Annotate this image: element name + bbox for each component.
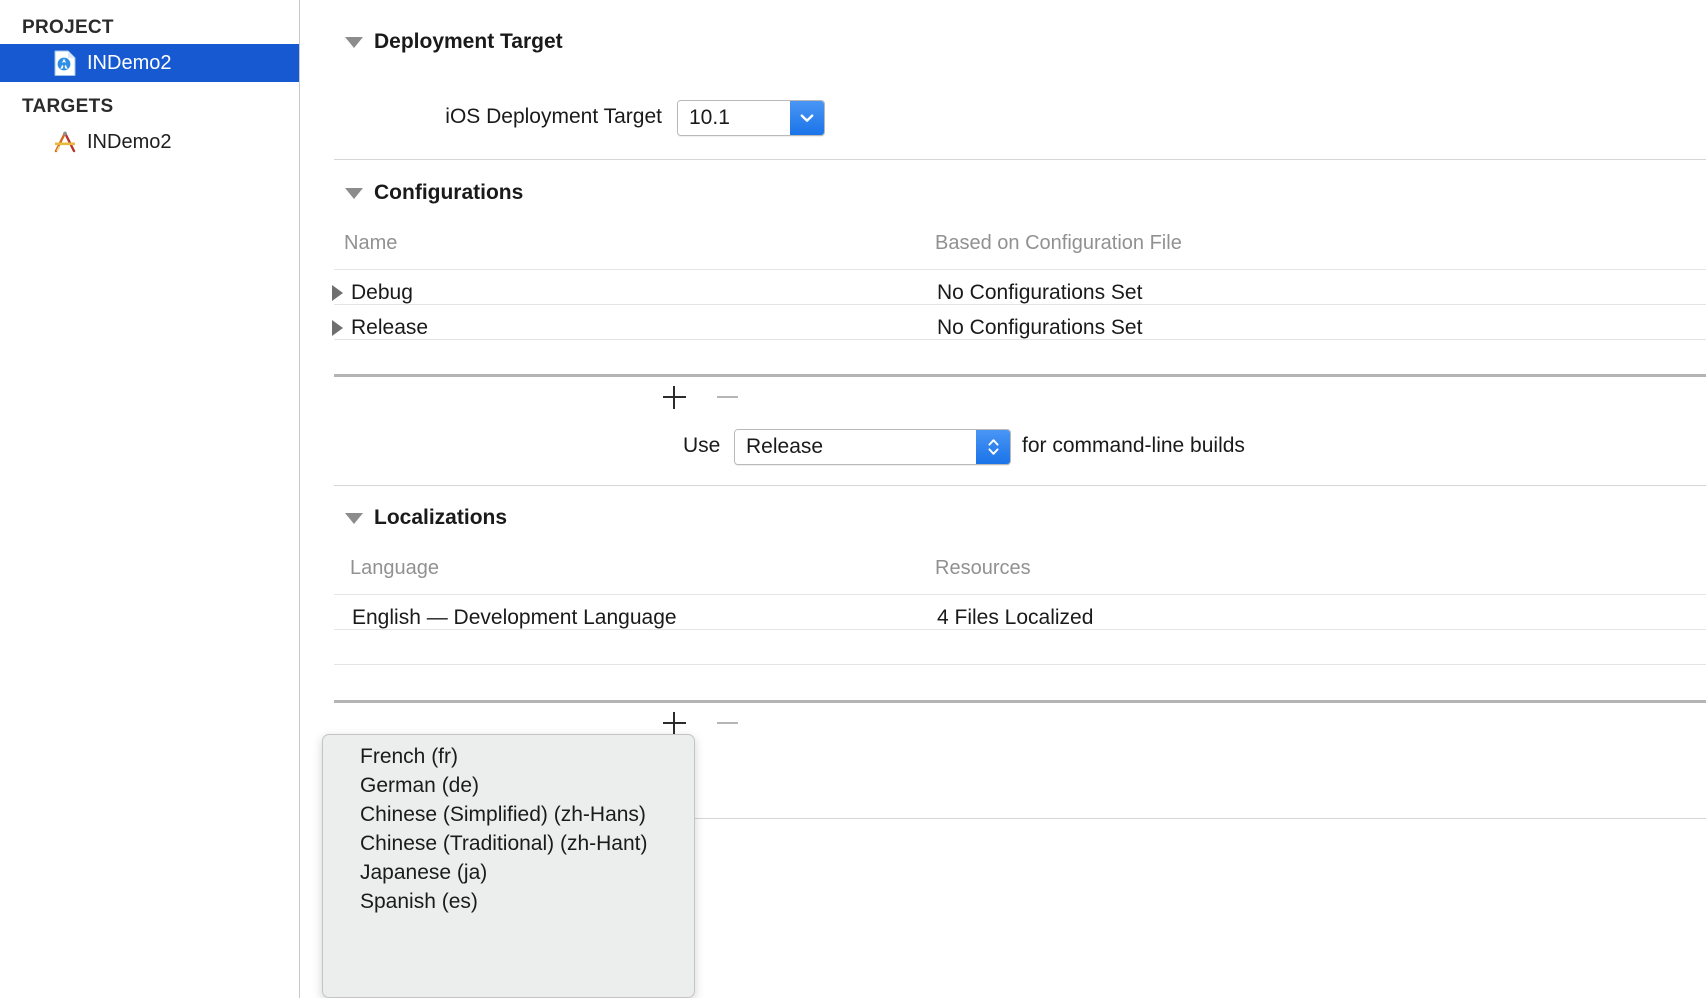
add-localization-popup-menu[interactable]: French (fr) German (de) Chinese (Simplif… [322,734,695,998]
disclosure-triangle-down-icon[interactable] [345,512,363,524]
remove-localization-button[interactable] [712,708,742,738]
table-rule [334,629,1706,630]
popup-menu-item-japanese[interactable]: Japanese (ja) [323,858,694,887]
section-divider-deployment [334,159,1706,160]
command-line-build-configuration-select[interactable]: Release [734,429,1011,465]
sidebar-item-label: INDemo2 [87,51,172,74]
popup-menu-item-spanish[interactable]: Spanish (es) [323,887,694,916]
sidebar-group-header-targets: TARGETS [22,96,114,117]
popup-menu-item-french[interactable]: French (fr) [323,742,694,771]
command-line-build-suffix-label: for command-line builds [1022,434,1245,457]
ios-deployment-target-label: iOS Deployment Target [445,105,662,128]
section-divider-configurations [334,485,1706,486]
table-rule [334,594,1706,595]
table-rule [334,339,1706,340]
disclosure-triangle-right-icon[interactable] [332,320,343,336]
table-rule [334,304,1706,305]
section-header-deployment-target[interactable]: Deployment Target [345,30,563,54]
column-header-language: Language [350,557,439,579]
column-header-based-on-configuration-file: Based on Configuration File [935,232,1182,254]
xcode-target-app-icon [52,129,78,155]
chevron-up-down-icon[interactable] [976,430,1010,464]
disclosure-triangle-right-icon[interactable] [332,285,343,301]
configuration-name-label: Release [351,316,429,339]
sidebar-item-project-indemo2[interactable]: INDemo2 [0,44,299,82]
table-footer-rule [334,700,1706,703]
table-rule [334,269,1706,270]
sidebar-group-header-project: PROJECT [22,17,114,38]
ios-deployment-target-value[interactable]: 10.1 [678,101,790,135]
chevron-down-icon[interactable] [790,101,824,135]
sidebar-item-label: INDemo2 [87,130,172,153]
xcode-project-editor: PROJECT INDemo2 TARGETS INDemo2 Deployme… [0,0,1706,998]
section-header-localizations[interactable]: Localizations [345,506,507,530]
section-title-label: Localizations [374,506,508,529]
section-title-label: Configurations [374,181,524,204]
section-header-configurations[interactable]: Configurations [345,181,523,205]
section-title-label: Deployment Target [374,30,563,53]
xcode-project-icon [52,50,78,76]
popup-menu-item-german[interactable]: German (de) [323,771,694,800]
popup-menu-item-chinese-traditional[interactable]: Chinese (Traditional) (zh-Hant) [323,829,694,858]
configuration-name-label: Debug [351,281,413,304]
table-footer-rule [334,374,1706,377]
disclosure-triangle-down-icon[interactable] [345,187,363,199]
command-line-build-prefix-label: Use [683,434,721,457]
project-navigator-sidebar: PROJECT INDemo2 TARGETS INDemo2 [0,0,300,998]
column-header-resources: Resources [935,557,1031,579]
remove-configuration-button[interactable] [712,382,742,412]
add-configuration-button[interactable] [659,382,689,412]
command-line-build-configuration-value[interactable]: Release [735,430,976,464]
project-settings-pane: Deployment Target iOS Deployment Target … [300,0,1706,998]
sidebar-item-target-indemo2[interactable]: INDemo2 [0,123,299,161]
table-rule [334,664,1706,665]
column-header-name: Name [344,232,398,254]
disclosure-triangle-down-icon[interactable] [345,36,363,48]
popup-menu-item-chinese-simplified[interactable]: Chinese (Simplified) (zh-Hans) [323,800,694,829]
ios-deployment-target-combobox[interactable]: 10.1 [677,100,825,136]
